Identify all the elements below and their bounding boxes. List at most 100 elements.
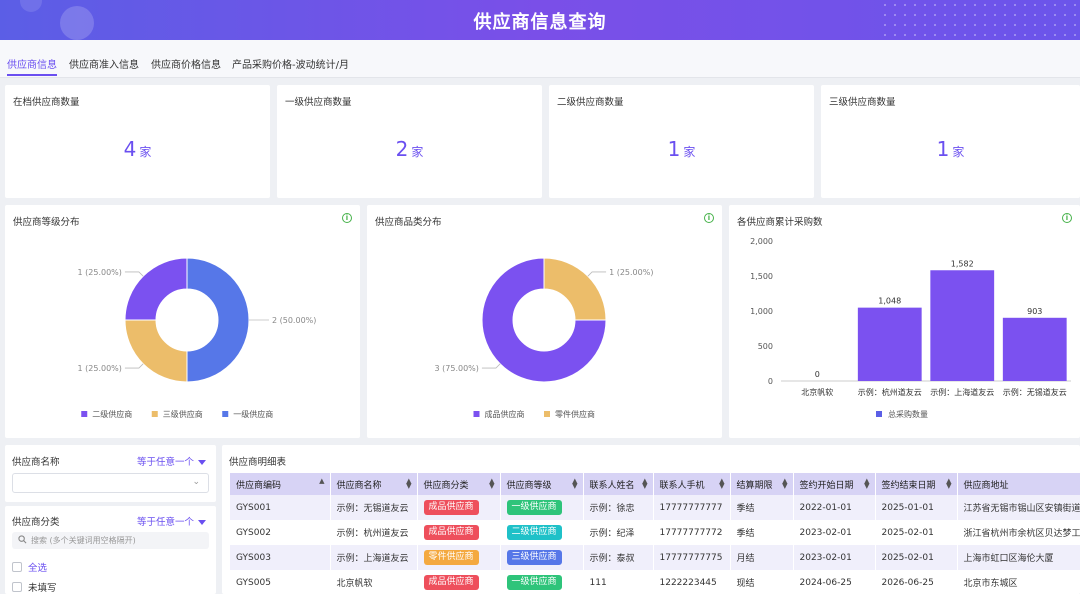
table-cell: 2022-01-01: [793, 495, 876, 520]
checkbox-label: 全选: [28, 563, 48, 574]
table-cell: 成品供应商: [417, 495, 501, 520]
filter-operator-dropdown[interactable]: 等于任意一个: [137, 454, 206, 468]
caret-down-icon: [198, 460, 206, 465]
stat-label: 二级供应商数量: [557, 97, 624, 108]
legend-swatch: [544, 411, 550, 417]
table-cell: 江苏省无锡市锡山区安镇街道: [957, 495, 1080, 520]
column-header[interactable]: 供应商地址: [957, 473, 1080, 495]
table-cell: 二级供应商: [500, 520, 584, 545]
pie-leader-line: [481, 363, 501, 369]
sort-icon[interactable]: ▲ ▼: [864, 478, 869, 490]
table-cell: 示例：徐忠: [583, 495, 654, 520]
sort-icon[interactable]: ▲ ▼: [719, 478, 724, 490]
bar-value-label: 1,048: [878, 297, 901, 306]
legend-label: 零件供应商: [555, 409, 595, 419]
table-cell: 月结: [730, 545, 794, 570]
column-header[interactable]: 供应商等级 ▲ ▼: [500, 473, 584, 495]
column-header-label: 供应商编码: [236, 480, 282, 491]
table-row[interactable]: GYS001 示例：无锡道友云 成品供应商 一级供应商 示例：徐忠 17777777777…: [230, 495, 1080, 520]
pie-leader-line: [587, 271, 607, 277]
filter-operator-dropdown[interactable]: 等于任意一个: [137, 514, 206, 528]
column-header[interactable]: 联系人手机 ▲ ▼: [653, 473, 731, 495]
level-badge: 三级供应商: [506, 550, 562, 565]
table-cell: 一级供应商: [500, 495, 584, 520]
column-header[interactable]: 签约开始日期 ▲ ▼: [793, 473, 876, 495]
table-row[interactable]: GYS003 示例：上海道友云 零件供应商 三级供应商 示例：泰叔 17777777775…: [230, 545, 1080, 570]
stat-card-level1: 一级供应商数量 2家: [277, 85, 542, 198]
table-row[interactable]: GYS005 北京帆软 成品供应商 一级供应商 111 1222223445 现结 2024-…: [230, 570, 1080, 594]
column-header[interactable]: 供应商分类 ▲ ▼: [417, 473, 501, 495]
legend-swatch: [473, 411, 480, 417]
tab-supplier-price[interactable]: 供应商价格信息: [151, 56, 221, 71]
chevron-down-icon: ⌄: [192, 477, 200, 487]
column-header[interactable]: 签约结束日期 ▲ ▼: [875, 473, 958, 495]
table-cell: 2026-06-25: [875, 570, 958, 594]
column-header[interactable]: 供应商编码 ▲: [230, 473, 331, 495]
table-cell: 零件供应商: [417, 545, 501, 570]
table-cell: 111: [583, 570, 654, 594]
table-cell: 季结: [730, 520, 794, 545]
sort-icon[interactable]: ▲: [319, 478, 324, 485]
table-cell: 成品供应商: [417, 520, 501, 545]
stat-label: 在档供应商数量: [13, 97, 80, 108]
sort-icon[interactable]: ▲ ▼: [642, 478, 647, 490]
y-tick-label: 1,000: [750, 307, 773, 316]
table-cell: 17777777777: [653, 495, 731, 520]
column-header[interactable]: 供应商名称 ▲ ▼: [330, 473, 418, 495]
table-cell: 北京帆软: [330, 570, 418, 594]
legend-swatch: [876, 411, 882, 417]
sort-icon[interactable]: ▲ ▼: [406, 478, 411, 490]
pie-data-label: 1 (25.00%): [609, 268, 653, 277]
checkbox-box: [12, 582, 22, 592]
pie-leader-line: [124, 271, 144, 277]
table-cell: 示例：无锡道友云: [330, 495, 418, 520]
table-cell: 17777777775: [653, 545, 731, 570]
table-cell: 示例：纪泽: [583, 520, 654, 545]
sort-icon[interactable]: ▲ ▼: [782, 478, 787, 490]
column-header[interactable]: 结算期限 ▲ ▼: [730, 473, 794, 495]
y-tick-label: 500: [758, 342, 773, 351]
donut-chart-category: 1 (25.00%) 3 (75.00%) 成品供应商 零件供应商: [435, 257, 653, 419]
legend-label: 二级供应商: [92, 409, 132, 419]
column-header-label: 结算期限: [736, 480, 773, 491]
column-header[interactable]: 联系人姓名 ▲ ▼: [583, 473, 654, 495]
supplier-name-select[interactable]: ⌄: [12, 473, 209, 493]
table-cell: GYS003: [230, 545, 331, 570]
checkbox-unfilled[interactable]: 未填写: [12, 580, 57, 594]
level-badge: 二级供应商: [506, 525, 562, 540]
stat-unit: 家: [411, 145, 424, 159]
table-cell: 浙江省杭州市余杭区贝达梦工场: [957, 520, 1080, 545]
bar-value-label: 903: [1027, 307, 1042, 316]
legend-swatch: [151, 411, 158, 417]
stat-card-level2: 二级供应商数量 1家: [549, 85, 814, 198]
column-header-label: 供应商地址: [963, 480, 1009, 491]
tab-supplier-info[interactable]: 供应商信息: [7, 56, 57, 76]
filter-supplier-category: 供应商分类 等于任意一个 搜索 (多个关键词用空格隔开) 全选 未填写: [5, 506, 216, 594]
sort-icon[interactable]: ▲ ▼: [946, 478, 951, 490]
checkbox-select-all[interactable]: 全选: [12, 560, 47, 574]
stat-unit: 家: [683, 145, 696, 159]
table-cell: 示例：上海道友云: [330, 545, 418, 570]
table-row[interactable]: GYS002 示例：杭州道友云 成品供应商 二级供应商 示例：纪泽 17777777772…: [230, 520, 1080, 545]
sort-icon[interactable]: ▲ ▼: [489, 478, 494, 490]
tab-supplier-access[interactable]: 供应商准入信息: [69, 56, 139, 71]
tab-price-fluctuation[interactable]: 产品采购价格-波动统计/月: [232, 56, 349, 71]
legend-swatch: [81, 411, 88, 417]
tab-bar: 供应商信息 供应商准入信息 供应商价格信息 产品采购价格-波动统计/月: [0, 40, 1080, 78]
table-cell: 2023-02-01: [793, 520, 876, 545]
table-cell: 2025-02-01: [875, 545, 958, 570]
category-badge: 成品供应商: [423, 500, 479, 515]
table-cell: 1222223445: [653, 570, 731, 594]
category-search-input[interactable]: 搜索 (多个关键词用空格隔开): [12, 532, 209, 549]
caret-down-icon: [198, 520, 206, 525]
stat-unit: 家: [139, 145, 152, 159]
sort-icon[interactable]: ▲ ▼: [572, 478, 577, 490]
table-cell: 上海市虹口区海伦大厦: [957, 545, 1080, 570]
level-badge: 一级供应商: [506, 500, 562, 515]
chart-card-category-distribution: 供应商品类分布 i 1 (25.00%) 3 (75.00%) 成品供应商 零件供应商: [367, 205, 722, 438]
x-tick-label: 示例：上海道友云: [930, 387, 994, 397]
table-cell: GYS001: [230, 495, 331, 520]
legend-swatch: [222, 411, 229, 417]
filter-label: 供应商名称: [12, 457, 60, 468]
pie-slice: [124, 319, 188, 383]
